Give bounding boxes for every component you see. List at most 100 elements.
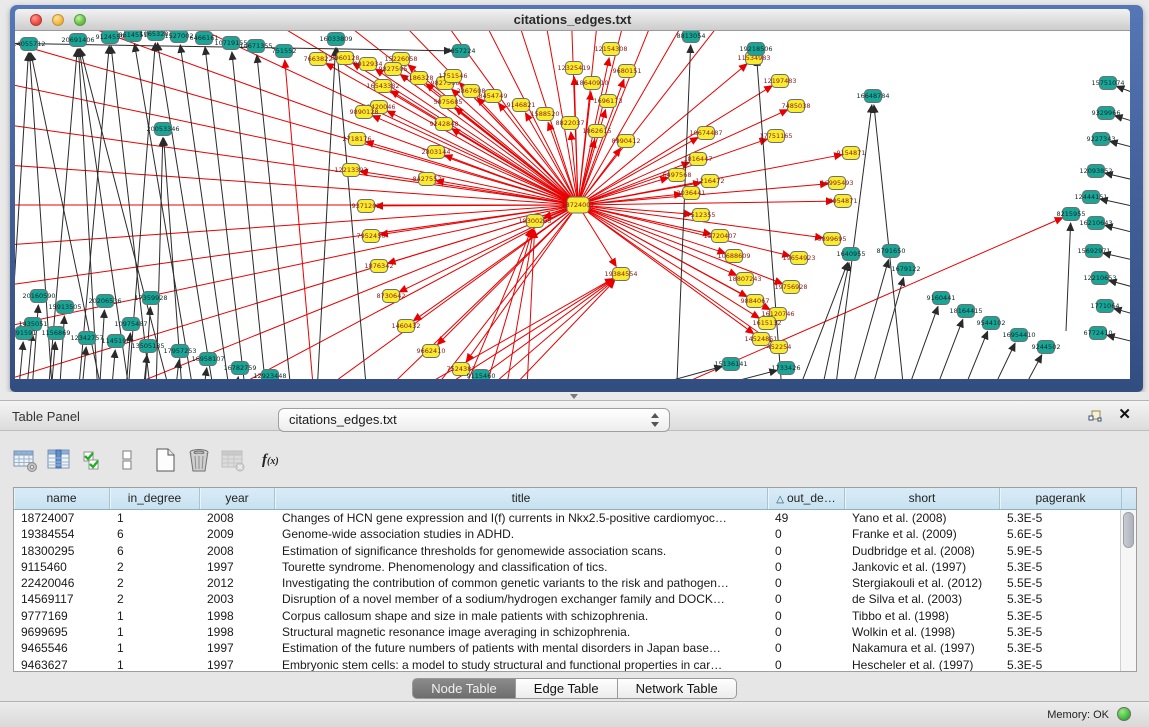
graph-node[interactable]: 12444151 — [1074, 191, 1107, 204]
table-cell[interactable]: 0 — [768, 657, 845, 671]
graph-node[interactable]: 9544102 — [977, 317, 1006, 330]
unselect-rows-icon[interactable] — [112, 444, 142, 476]
table-cell[interactable]: Wolkin et al. (1998) — [845, 624, 1000, 640]
table-cell[interactable]: Jankovic et al. (1997) — [845, 559, 1000, 575]
graph-node[interactable]: 14671355 — [239, 40, 272, 53]
table-cell[interactable]: 5.3E-5 — [1000, 608, 1120, 624]
delete-table-trash-icon[interactable] — [184, 444, 214, 476]
column-header-out_de[interactable]: △out_de… — [768, 488, 845, 509]
graph-node[interactable]: 1876342 — [365, 260, 394, 273]
table-cell[interactable]: Genome-wide association studies in ADHD. — [275, 526, 768, 542]
graph-node[interactable]: 18807243 — [728, 273, 761, 286]
graph-node[interactable]: 15136141 — [714, 358, 747, 371]
function-builder-icon[interactable]: f(x) — [262, 452, 279, 469]
table-cell[interactable]: Yano et al. (2008) — [845, 510, 1000, 526]
graph-node[interactable]: 12342757 — [70, 332, 103, 345]
table-cell[interactable]: 5.3E-5 — [1000, 510, 1120, 526]
column-header-in_degree[interactable]: in_degree — [110, 488, 200, 509]
table-cell[interactable]: 5.6E-5 — [1000, 526, 1120, 542]
graph-node[interactable]: 7952450 — [357, 230, 386, 243]
graph-node[interactable]: 9227343 — [1087, 133, 1116, 146]
memory-status-indicator[interactable] — [1117, 707, 1131, 721]
graph-node[interactable]: 10975487 — [114, 318, 147, 331]
table-cell[interactable]: 2003 — [200, 591, 275, 607]
table-selector-dropdown[interactable]: citations_edges.txt — [278, 408, 670, 432]
graph-node[interactable]: 12325419 — [557, 62, 590, 75]
table-row[interactable]: 1830029562008Estimation of significance … — [14, 543, 1120, 559]
graph-node[interactable]: 20160590 — [22, 290, 55, 303]
table-cell[interactable]: 0 — [768, 559, 845, 575]
table-cell[interactable]: Nakamura et al. (1997) — [845, 640, 1000, 656]
graph-node[interactable]: 391591 — [15, 327, 36, 340]
graph-node[interactable]: 10674487 — [689, 127, 722, 140]
graph-node[interactable]: 8822037 — [556, 117, 585, 130]
graph-node[interactable]: 9899695 — [818, 233, 847, 246]
table-cell[interactable]: 1 — [110, 657, 200, 671]
graph-node[interactable]: 12210653 — [1083, 272, 1116, 285]
graph-node[interactable]: 9662410 — [417, 345, 446, 358]
graph-node[interactable]: 19654923 — [782, 252, 815, 265]
table-cell[interactable]: 0 — [768, 640, 845, 656]
table-cell[interactable]: 5.3E-5 — [1000, 624, 1120, 640]
graph-node[interactable]: 9244502 — [1032, 341, 1061, 354]
graph-node[interactable]: 9884067 — [741, 295, 770, 308]
graph-node[interactable]: 7857224 — [447, 45, 476, 58]
table-cell[interactable]: 2012 — [200, 575, 275, 591]
table-row[interactable]: 946362711997Embryonic stem cells: a mode… — [14, 657, 1120, 671]
graph-node[interactable]: 19756928 — [774, 281, 807, 294]
table-cell[interactable]: Corpus callosum shape and size in male p… — [275, 608, 768, 624]
graph-node[interactable]: 20053346 — [146, 123, 179, 136]
graph-node[interactable]: 6497568 — [663, 169, 692, 182]
table-cell[interactable]: Franke et al. (2009) — [845, 526, 1000, 542]
graph-node[interactable]: 8990412 — [612, 135, 641, 148]
table-cell[interactable]: 0 — [768, 575, 845, 591]
table-cell[interactable]: Embryonic stem cells: a model to study s… — [275, 657, 768, 671]
table-cell[interactable]: Changes of HCN gene expression and I(f) … — [275, 510, 768, 526]
table-cell[interactable]: 9465546 — [14, 640, 110, 656]
table-cell[interactable]: 0 — [768, 608, 845, 624]
tab-node-table[interactable]: Node Table — [412, 678, 516, 699]
table-cell[interactable]: 1 — [110, 640, 200, 656]
graph-node[interactable]: 15692971 — [1077, 245, 1110, 258]
table-cell[interactable]: 0 — [768, 543, 845, 559]
table-row[interactable]: 1456911722003Disruption of a novel membe… — [14, 591, 1120, 607]
tab-network-table[interactable]: Network Table — [618, 678, 737, 699]
graph-node[interactable]: 9154871 — [837, 147, 866, 160]
table-cell[interactable]: 5.9E-5 — [1000, 543, 1120, 559]
close-panel-icon[interactable]: ✕ — [1118, 406, 1131, 424]
table-cell[interactable]: Estimation of significance thresholds fo… — [275, 543, 768, 559]
table-cell[interactable]: 18724007 — [14, 510, 110, 526]
table-cell[interactable]: Tibbo et al. (1998) — [845, 608, 1000, 624]
graph-node[interactable]: 1733426 — [772, 362, 801, 375]
table-row[interactable]: 1872400712008Changes of HCN gene express… — [14, 510, 1120, 526]
graph-node[interactable]: 8730642 — [377, 290, 406, 303]
table-cell[interactable]: Investigating the contribution of common… — [275, 575, 768, 591]
table-cell[interactable]: 1997 — [200, 657, 275, 671]
table-cell[interactable]: 5.5E-5 — [1000, 575, 1120, 591]
graph-node[interactable]: 9371203 — [352, 200, 381, 213]
vertical-scrollbar[interactable] — [1120, 510, 1136, 671]
splitter-handle[interactable] — [568, 393, 580, 399]
graph-node[interactable]: 7512355 — [687, 209, 716, 222]
graph-node[interactable]: 18640910 — [575, 77, 608, 90]
graph-node[interactable]: 2718176 — [343, 133, 372, 146]
graph-node[interactable]: 16958107 — [191, 353, 224, 366]
graph-node[interactable]: 16543382 — [366, 80, 399, 93]
table-cell[interactable]: 49 — [768, 510, 845, 526]
table-settings-icon[interactable] — [10, 444, 40, 476]
table-cell[interactable]: 0 — [768, 591, 845, 607]
column-header-pagerank[interactable]: pagerank — [1000, 488, 1122, 509]
graph-node[interactable]: 15720407 — [703, 230, 736, 243]
table-cell[interactable]: 5.3E-5 — [1000, 559, 1120, 575]
graph-node[interactable]: 13505135 — [131, 340, 164, 353]
table-cell[interactable]: 1 — [110, 608, 200, 624]
graph-node[interactable]: 12154308 — [594, 43, 627, 56]
graph-node[interactable]: 16033809 — [319, 33, 352, 46]
table-row[interactable]: 1938455462009Genome-wide association stu… — [14, 526, 1120, 542]
graph-node[interactable]: 18300295 — [518, 215, 551, 228]
table-cell[interactable]: 5.3E-5 — [1000, 657, 1120, 671]
table-cell[interactable]: 9463627 — [14, 657, 110, 671]
table-row[interactable]: 946554611997Estimation of the future num… — [14, 640, 1120, 656]
column-header-title[interactable]: title — [275, 488, 768, 509]
table-cell[interactable]: 0 — [768, 624, 845, 640]
